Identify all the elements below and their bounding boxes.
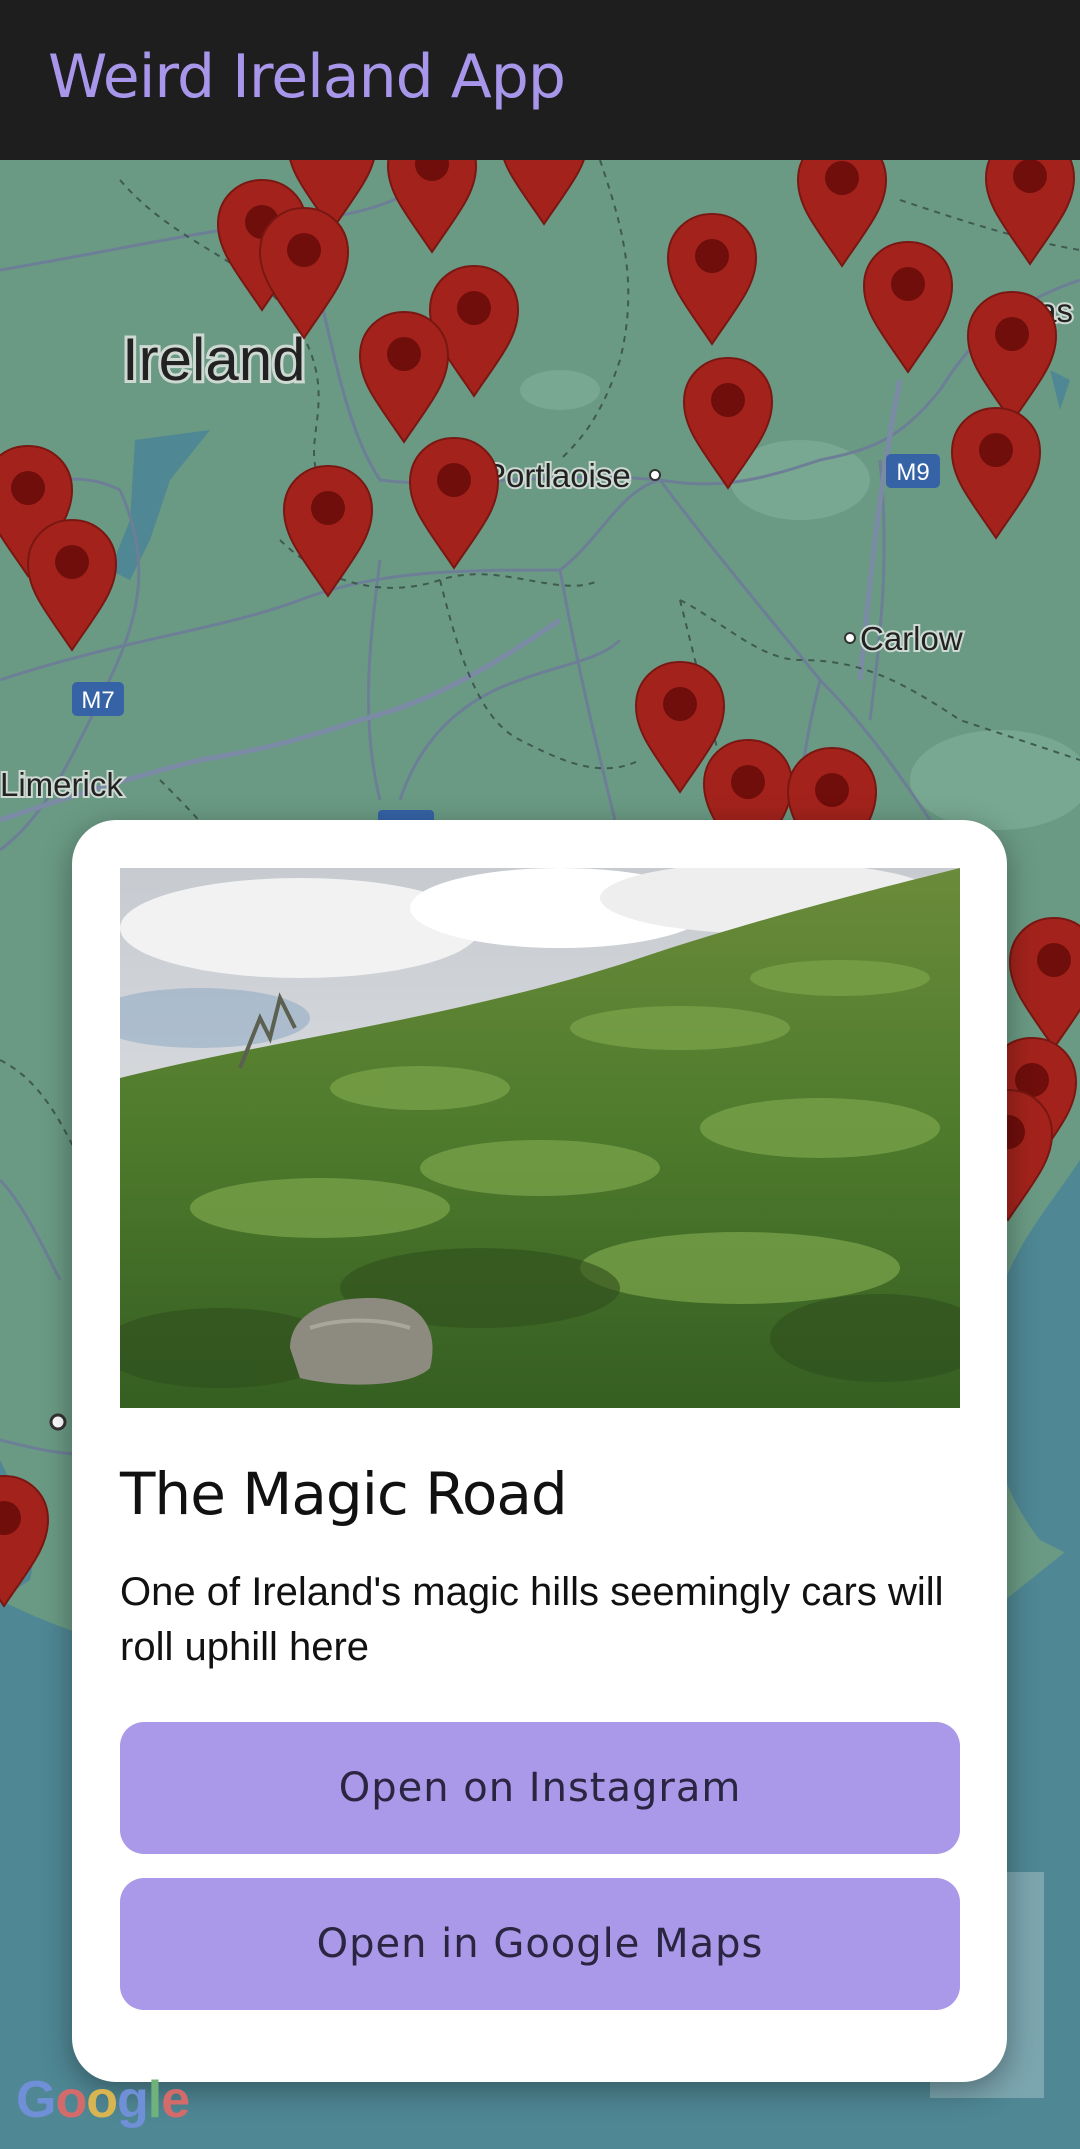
town-dot <box>844 632 856 644</box>
place-card: The Magic Road One of Ireland's magic hi… <box>72 820 1007 2082</box>
place-description: One of Ireland's magic hills seemingly c… <box>120 1570 944 1669</box>
svg-text:M7: M7 <box>81 687 114 714</box>
map-label-portlaoise: Portlaoise <box>484 457 631 494</box>
open-google-maps-button[interactable]: Open in Google Maps <box>120 1878 960 2010</box>
app-title: Weird Ireland App <box>48 42 566 112</box>
place-title: The Magic Road <box>120 1460 568 1528</box>
google-logo: Google <box>16 2071 190 2129</box>
map-label-carlow: Carlow <box>860 620 963 657</box>
town-dot <box>49 1413 67 1431</box>
place-photo <box>120 868 960 1408</box>
road-shield-m9: M9 <box>886 454 940 488</box>
open-instagram-button[interactable]: Open on Instagram <box>120 1722 960 1854</box>
road-shield-m7: M7 <box>72 682 124 716</box>
app-bar: Weird Ireland App <box>0 0 1080 160</box>
svg-text:M9: M9 <box>896 459 929 486</box>
terrain-patch <box>520 370 600 410</box>
map-label-limerick: Limerick <box>0 766 123 803</box>
map-label-ireland: Ireland <box>122 326 305 393</box>
town-dot <box>649 469 661 481</box>
